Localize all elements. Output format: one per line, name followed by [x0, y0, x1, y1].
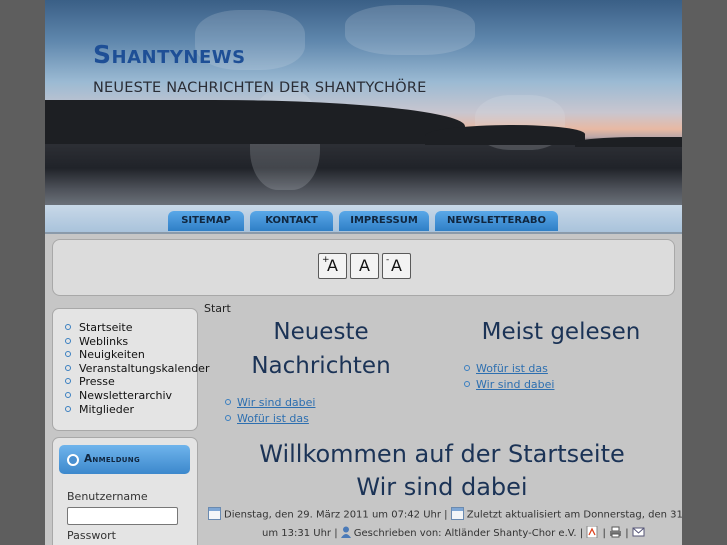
bullet-icon: [225, 415, 231, 421]
sidebar-item-label: Presse: [79, 375, 115, 389]
bullet-icon: [65, 364, 71, 371]
article-meta-line1: Dienstag, den 29. März 2011 um 07:42 Uhr…: [208, 507, 682, 521]
username-field[interactable]: [67, 507, 178, 525]
email-icon[interactable]: [632, 526, 645, 538]
latest-news-heading-line2: Nachrichten: [251, 353, 391, 379]
article-meta-line2: um 13:31 Uhr | Geschrieben von: Altlände…: [262, 526, 645, 539]
sidebar-item-label: Startseite: [79, 321, 133, 334]
landscape-hill: [575, 137, 682, 147]
login-header: Anmeldung: [59, 445, 190, 474]
login-module: Anmeldung Benutzername Passwort: [52, 437, 198, 545]
font-size-bar: + A A - A: [52, 239, 675, 296]
sidebar-item-neuigkeiten[interactable]: Neuigkeiten: [65, 348, 197, 362]
landscape-hill: [45, 100, 465, 144]
nav-tab-newsletterabo[interactable]: NEWSLETTERABO: [435, 211, 558, 231]
username-label: Benutzername: [67, 490, 148, 503]
font-decrease-button[interactable]: - A: [382, 253, 411, 279]
list-item: Wir sind dabei: [225, 395, 315, 411]
most-read-heading: Meist gelesen: [481, 319, 641, 345]
bullet-icon: [65, 378, 71, 385]
sidebar-item-label: Neuigkeiten: [79, 348, 145, 362]
nav-tab-impressum[interactable]: IMPRESSUM: [339, 211, 429, 231]
login-title: Anmeldung: [84, 453, 140, 465]
landscape-hill: [425, 125, 585, 145]
sidebar-item-mitglieder[interactable]: Mitglieder: [65, 403, 197, 417]
latest-news-link[interactable]: Wir sind dabei: [237, 396, 315, 409]
nav-tab-sitemap[interactable]: SITEMAP: [168, 211, 244, 231]
site-title[interactable]: Shantynews: [93, 40, 246, 69]
author: Geschrieben von: Altländer Shanty-Chor e…: [353, 528, 577, 539]
updated-date: Zuletzt aktualisiert am Donnerstag, den …: [466, 509, 682, 521]
font-reset-icon: A: [359, 256, 370, 275]
header-banner: Shantynews NEUESTE NACHRICHTEN DER SHANT…: [45, 0, 682, 205]
created-date: Dienstag, den 29. März 2011 um 07:42 Uhr: [224, 509, 441, 521]
sidebar-item-label: Mitglieder: [79, 402, 134, 416]
separator: |: [602, 528, 606, 539]
bullet-icon: [464, 365, 470, 371]
article-title-line2[interactable]: Wir sind dabei: [356, 473, 527, 501]
user-icon: [340, 526, 351, 538]
most-read-list: Wofür ist das Wir sind dabei: [464, 361, 554, 393]
plus-sign: +: [322, 255, 330, 265]
article-title-line1: Willkommen auf der Startseite: [259, 440, 625, 468]
bullet-icon: [65, 391, 71, 398]
sidebar-item-label: Newsletterarchiv: [79, 388, 173, 402]
most-read-link[interactable]: Wir sind dabei: [476, 378, 554, 391]
minus-sign: -: [386, 255, 390, 265]
sidebar-item-presse[interactable]: Presse: [65, 375, 197, 389]
separator: |: [444, 509, 448, 521]
most-read-link[interactable]: Wofür ist das: [476, 362, 548, 375]
pdf-icon[interactable]: [586, 526, 599, 538]
sidebar-item-label: Veranstaltungskalender: [79, 361, 210, 375]
password-label: Passwort: [67, 529, 116, 542]
login-bullet-icon: [67, 454, 79, 466]
sidebar-item-startseite[interactable]: Startseite: [65, 321, 197, 335]
sidebar-menu: Startseite Weblinks Neuigkeiten Veransta…: [52, 308, 209, 431]
top-navigation: SITEMAP KONTAKT IMPRESSUM NEWSLETTERABO: [45, 205, 682, 234]
bullet-icon: [225, 399, 231, 405]
separator: |: [579, 528, 584, 539]
updated-time: um 13:31 Uhr: [262, 528, 332, 539]
calendar-icon: [450, 507, 464, 520]
bullet-icon: [65, 337, 71, 344]
map-shape: [345, 5, 475, 55]
font-decrease-icon: A: [391, 256, 402, 275]
sidebar-item-weblinks[interactable]: Weblinks: [65, 335, 197, 349]
font-reset-button[interactable]: A: [350, 253, 379, 279]
bullet-icon: [65, 405, 71, 412]
print-icon[interactable]: [609, 526, 622, 538]
list-item: Wir sind dabei: [464, 377, 554, 393]
separator: |: [334, 528, 338, 539]
latest-news-heading-line1: Neueste: [273, 319, 369, 345]
sidebar-item-label: Weblinks: [79, 334, 129, 348]
list-item: Wofür ist das: [464, 361, 554, 377]
page: Shantynews NEUESTE NACHRICHTEN DER SHANT…: [45, 0, 682, 545]
nav-tab-kontakt[interactable]: KONTAKT: [250, 211, 333, 231]
calendar-icon: [208, 507, 221, 520]
latest-news-link[interactable]: Wofür ist das: [237, 412, 309, 425]
sidebar-item-newsletterarchiv[interactable]: Newsletterarchiv: [65, 389, 197, 403]
bullet-icon: [65, 351, 71, 358]
latest-news-list: Wir sind dabei Wofür ist das: [225, 395, 315, 427]
article-title: Willkommen auf der Startseite Wir sind d…: [204, 438, 680, 504]
bullet-icon: [464, 381, 470, 387]
font-increase-button[interactable]: + A: [318, 253, 347, 279]
sidebar-item-veranstaltungskalender[interactable]: Veranstaltungskalender: [65, 362, 209, 376]
breadcrumb: Start: [204, 302, 231, 315]
list-item: Wofür ist das: [225, 411, 315, 427]
bullet-icon: [65, 324, 71, 330]
site-subtitle: NEUESTE NACHRICHTEN DER SHANTYCHÖRE: [93, 80, 427, 96]
separator: |: [625, 528, 629, 539]
